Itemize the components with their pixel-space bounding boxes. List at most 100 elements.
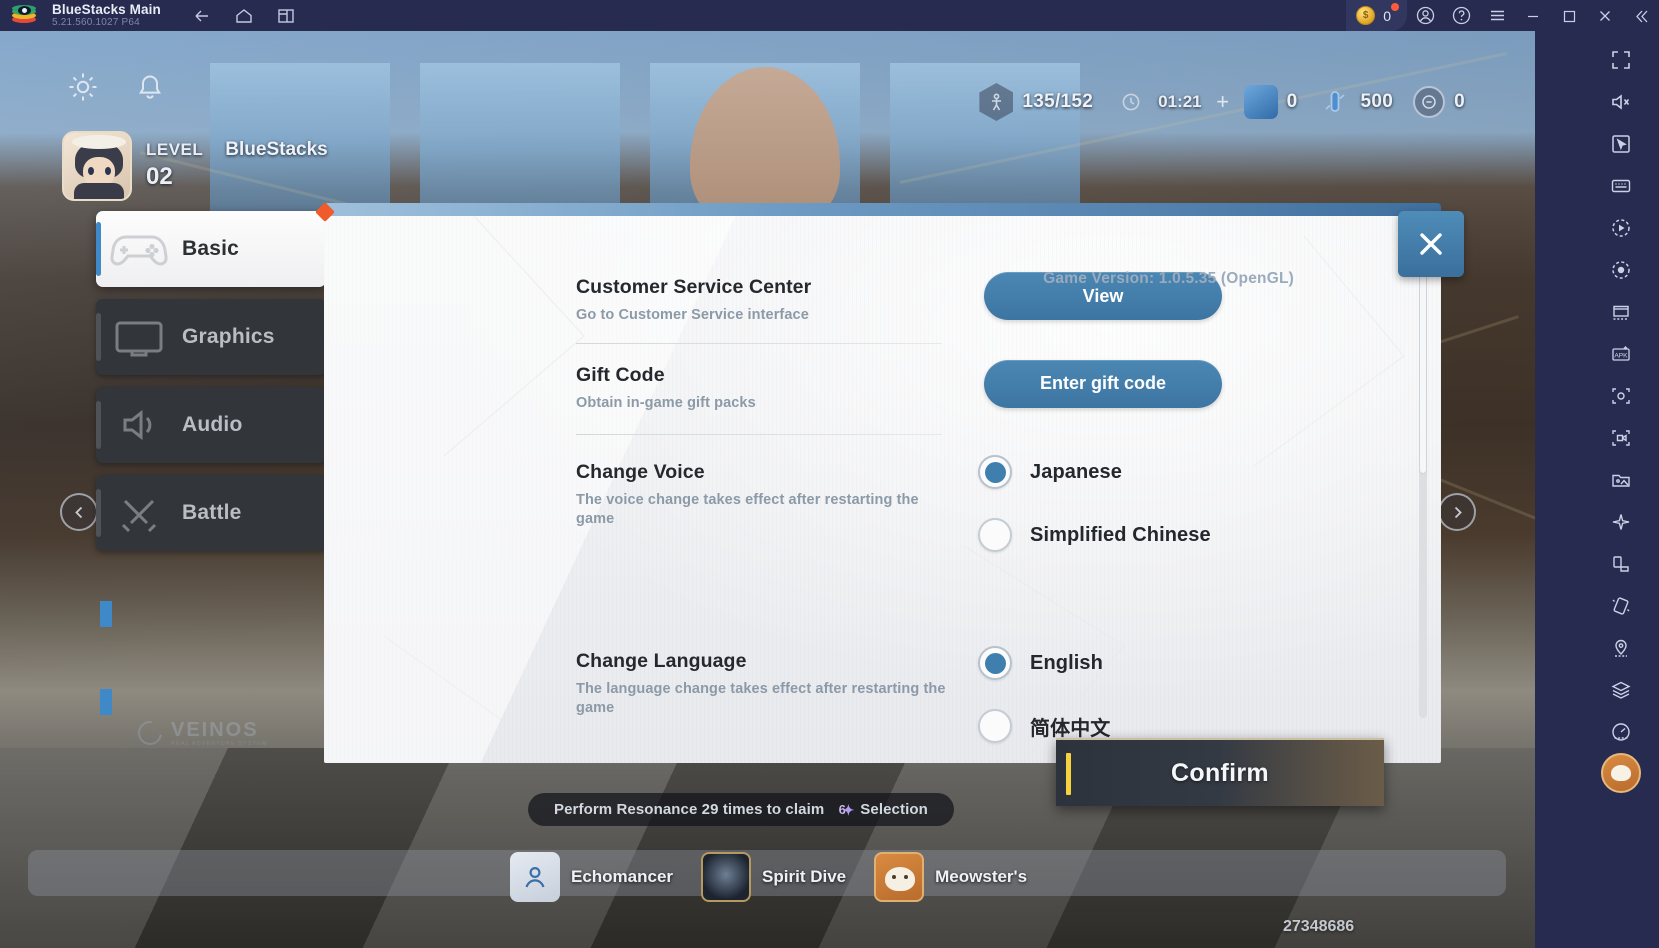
blue-crystal-icon <box>1243 85 1278 119</box>
settings-scrollbar[interactable] <box>1419 258 1427 718</box>
screenshot-icon[interactable] <box>1599 375 1643 417</box>
account-icon[interactable] <box>1407 0 1443 31</box>
battle-icon <box>96 493 182 533</box>
player-name: BlueStacks <box>225 139 328 160</box>
bottom-nav-meowsters[interactable]: Meowster's <box>874 852 1047 902</box>
titlebar-nav <box>191 5 297 27</box>
sidebar-item-basic[interactable]: Basic <box>96 202 335 287</box>
bluestacks-logo-icon <box>10 4 40 27</box>
veinos-brand: VEINOS REAL ADVENTURE SYSTEM <box>133 716 268 750</box>
install-apk-icon[interactable]: APK <box>1599 333 1643 375</box>
voice-option-japanese[interactable]: Japanese <box>978 455 1211 490</box>
cursor-icon[interactable] <box>1599 123 1643 165</box>
setting-description: Obtain in-game gift packs <box>576 394 756 411</box>
back-icon[interactable] <box>191 5 213 27</box>
page-right-arrow-icon[interactable] <box>1438 493 1476 531</box>
instance-manager-icon[interactable] <box>275 5 297 27</box>
multi-instance-icon[interactable] <box>1599 291 1643 333</box>
coin-balance[interactable]: $ 0 <box>1346 0 1407 31</box>
sidebar-item-label: Graphics <box>182 325 275 348</box>
primary-currency-stat: 0 <box>1234 85 1308 119</box>
sidebar-item-graphics[interactable]: Graphics <box>96 299 326 375</box>
row-divider <box>576 342 942 344</box>
settings-rows: Customer Service Center Go to Customer S… <box>576 272 1376 763</box>
graphics-icon <box>96 317 182 357</box>
bluestacks-window: BlueStacks Main 5.21.560.1027 P64 $ 0 LE… <box>0 0 1659 948</box>
setting-row-change-language: Change Language The language change take… <box>576 646 1376 744</box>
bluestacks-sidebar: APK <box>1535 31 1659 948</box>
titlebar: BlueStacks Main 5.21.560.1027 P64 $ 0 <box>0 0 1659 31</box>
setting-description: Go to Customer Service interface <box>576 307 809 323</box>
radio-icon <box>978 646 1012 681</box>
game-version-label: Game Version: 1.0.5.35 (OpenGL) <box>1043 270 1294 287</box>
vial-icon <box>1318 85 1352 119</box>
game-guide-cat-icon[interactable] <box>1601 753 1641 793</box>
bottom-nav-echomancer[interactable]: Echomancer <box>510 852 693 902</box>
hud-stats: 135/152 01:21 + 0 500 0 <box>969 83 1475 121</box>
clock-icon <box>1113 84 1149 120</box>
sidebar-item-label: Basic <box>182 237 240 260</box>
video-record-icon[interactable] <box>1599 417 1643 459</box>
confirm-button[interactable]: Confirm <box>1056 738 1384 806</box>
row-divider <box>576 434 942 436</box>
setting-title: Change Voice <box>576 461 705 484</box>
rotate-icon[interactable] <box>1599 543 1643 585</box>
audio-icon <box>96 405 182 445</box>
banner-text: Perform Resonance 29 times to claim <box>554 801 825 818</box>
game-viewport: LEVEL BlueStacks 02 135/152 01:21 + 0 50… <box>0 31 1535 948</box>
sidebar-item-label: Battle <box>182 501 242 524</box>
media-manager-icon[interactable] <box>1599 459 1643 501</box>
setting-row-gift-code: Gift Code Obtain in-game gift packs Ente… <box>576 359 1376 413</box>
page-left-arrow-icon[interactable] <box>60 493 98 531</box>
shake-icon[interactable] <box>1599 585 1643 627</box>
window-title-block: BlueStacks Main 5.21.560.1027 P64 <box>52 2 161 29</box>
player-uid: 27348686 <box>1283 918 1355 935</box>
resonance-banner: Perform Resonance 29 times to claim 6 ✦ … <box>528 793 954 826</box>
setting-title: Change Language <box>576 650 747 673</box>
home-icon[interactable] <box>233 5 255 27</box>
settings-sidebar: Basic Graphics Audio Battle <box>96 202 335 563</box>
bottom-nav-label: Spirit Dive <box>762 867 847 886</box>
coin-notification-dot <box>1391 3 1399 11</box>
macro-play-icon[interactable] <box>1599 207 1643 249</box>
performance-icon[interactable] <box>1599 711 1643 753</box>
language-option-english[interactable]: English <box>978 646 1110 681</box>
voice-option-simplified-chinese[interactable]: Simplified Chinese <box>978 518 1211 553</box>
fullscreen-icon[interactable] <box>1599 39 1643 81</box>
setting-title: Customer Service Center <box>576 276 812 298</box>
primary-currency-value: 0 <box>1286 91 1298 112</box>
sidebar-item-audio[interactable]: Audio <box>96 387 326 463</box>
timer-value: 01:21 <box>1158 92 1202 111</box>
veinos-brand-name: VEINOS <box>171 718 259 741</box>
stamina-value: 135/152 <box>1022 91 1094 112</box>
settings-panel: Game Version: 1.0.5.35 (OpenGL) Customer… <box>324 216 1441 763</box>
notification-bell-icon[interactable] <box>124 61 176 113</box>
close-button[interactable] <box>1587 0 1623 31</box>
collapse-toolbar-button[interactable] <box>1623 0 1659 31</box>
menu-icon[interactable] <box>1479 0 1515 31</box>
minimize-button[interactable] <box>1515 0 1551 31</box>
secondary-currency-value: 500 <box>1360 91 1394 112</box>
echomancer-icon <box>510 852 560 902</box>
enter-gift-code-button[interactable]: Enter gift code <box>984 359 1222 408</box>
close-dialog-button[interactable] <box>1398 211 1464 277</box>
layers-icon[interactable] <box>1599 669 1643 711</box>
maximize-button[interactable] <box>1551 0 1587 31</box>
scrollbar-thumb[interactable] <box>1419 258 1427 474</box>
veinos-brand-tagline: REAL ADVENTURE SYSTEM <box>171 740 268 747</box>
plus-icon[interactable]: + <box>1212 89 1234 114</box>
mute-icon[interactable] <box>1599 81 1643 123</box>
keyboard-controls-icon[interactable] <box>1599 165 1643 207</box>
veinos-logo-icon <box>133 716 167 750</box>
sidebar-item-battle[interactable]: Battle <box>96 475 326 551</box>
location-icon[interactable] <box>1599 627 1643 669</box>
radio-icon <box>978 709 1012 744</box>
setting-title: Gift Code <box>576 363 665 386</box>
help-icon[interactable] <box>1443 0 1479 31</box>
settings-gear-icon[interactable] <box>57 61 109 113</box>
bottom-nav-spirit-dive[interactable]: Spirit Dive <box>701 852 866 902</box>
record-icon[interactable] <box>1599 249 1643 291</box>
eco-mode-icon[interactable] <box>1599 501 1643 543</box>
sparkle-icon: ✦ <box>842 801 855 818</box>
window-version: 5.21.560.1027 P64 <box>52 16 140 28</box>
